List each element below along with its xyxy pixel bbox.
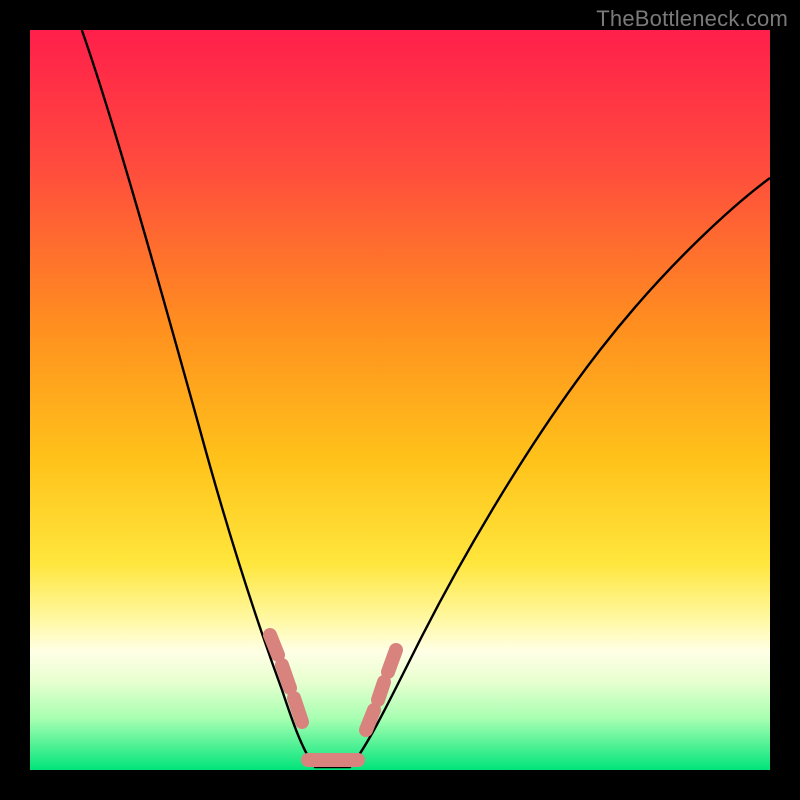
watermark-text: TheBottleneck.com — [596, 6, 788, 32]
chart-svg — [30, 30, 770, 770]
plot-area — [30, 30, 770, 770]
chart-frame: TheBottleneck.com — [0, 0, 800, 800]
